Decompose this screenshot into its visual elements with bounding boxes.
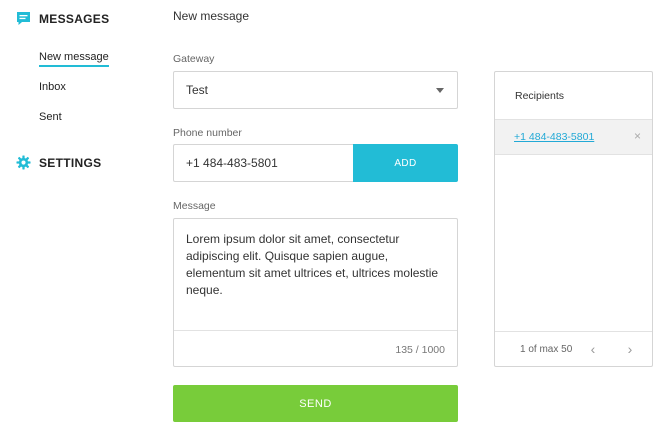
close-icon[interactable]: ×	[634, 129, 641, 143]
character-counter: 135 / 1000	[395, 344, 445, 356]
divider	[495, 154, 652, 155]
phone-number-input[interactable]	[173, 144, 354, 182]
recipients-title: Recipients	[515, 90, 565, 102]
chevron-right-icon[interactable]: ›	[622, 340, 638, 358]
sidebar-item-sent[interactable]: Sent	[39, 111, 62, 123]
message-label: Message	[173, 200, 216, 212]
gateway-label: Gateway	[173, 53, 215, 65]
recipient-row: +1 484-483-5801 ×	[495, 120, 652, 154]
message-textarea[interactable]: Lorem ipsum dolor sit amet, consectetur …	[174, 219, 457, 329]
sidebar-item-new-message[interactable]: New message	[39, 51, 109, 67]
message-box: Lorem ipsum dolor sit amet, consectetur …	[173, 218, 458, 367]
chevron-down-icon	[436, 88, 444, 93]
recipients-panel: Recipients +1 484-483-5801 × 1 of max 50…	[494, 71, 653, 367]
messages-section-header[interactable]: MESSAGES	[16, 11, 109, 26]
divider	[495, 331, 652, 332]
recipient-count: 1 of max 50	[520, 344, 573, 355]
sidebar-item-inbox[interactable]: Inbox	[39, 81, 66, 93]
send-button[interactable]: SEND	[173, 385, 458, 422]
message-divider	[174, 330, 457, 331]
gateway-value: Test	[186, 83, 209, 97]
chevron-left-icon[interactable]: ‹	[585, 340, 601, 358]
recipient-number-link[interactable]: +1 484-483-5801	[514, 131, 594, 143]
settings-section-label: SETTINGS	[39, 155, 102, 170]
settings-section-header[interactable]: SETTINGS	[16, 155, 101, 170]
gateway-select[interactable]: Test	[173, 71, 458, 109]
phone-number-label: Phone number	[173, 127, 242, 139]
sidebar: MESSAGES New message Inbox Sent SETTINGS	[0, 0, 150, 434]
page-title: New message	[173, 9, 250, 23]
messages-section-label: MESSAGES	[39, 11, 110, 26]
chat-bubble-icon	[16, 11, 31, 26]
gear-icon	[16, 155, 31, 170]
add-recipient-button[interactable]: ADD	[353, 144, 458, 182]
